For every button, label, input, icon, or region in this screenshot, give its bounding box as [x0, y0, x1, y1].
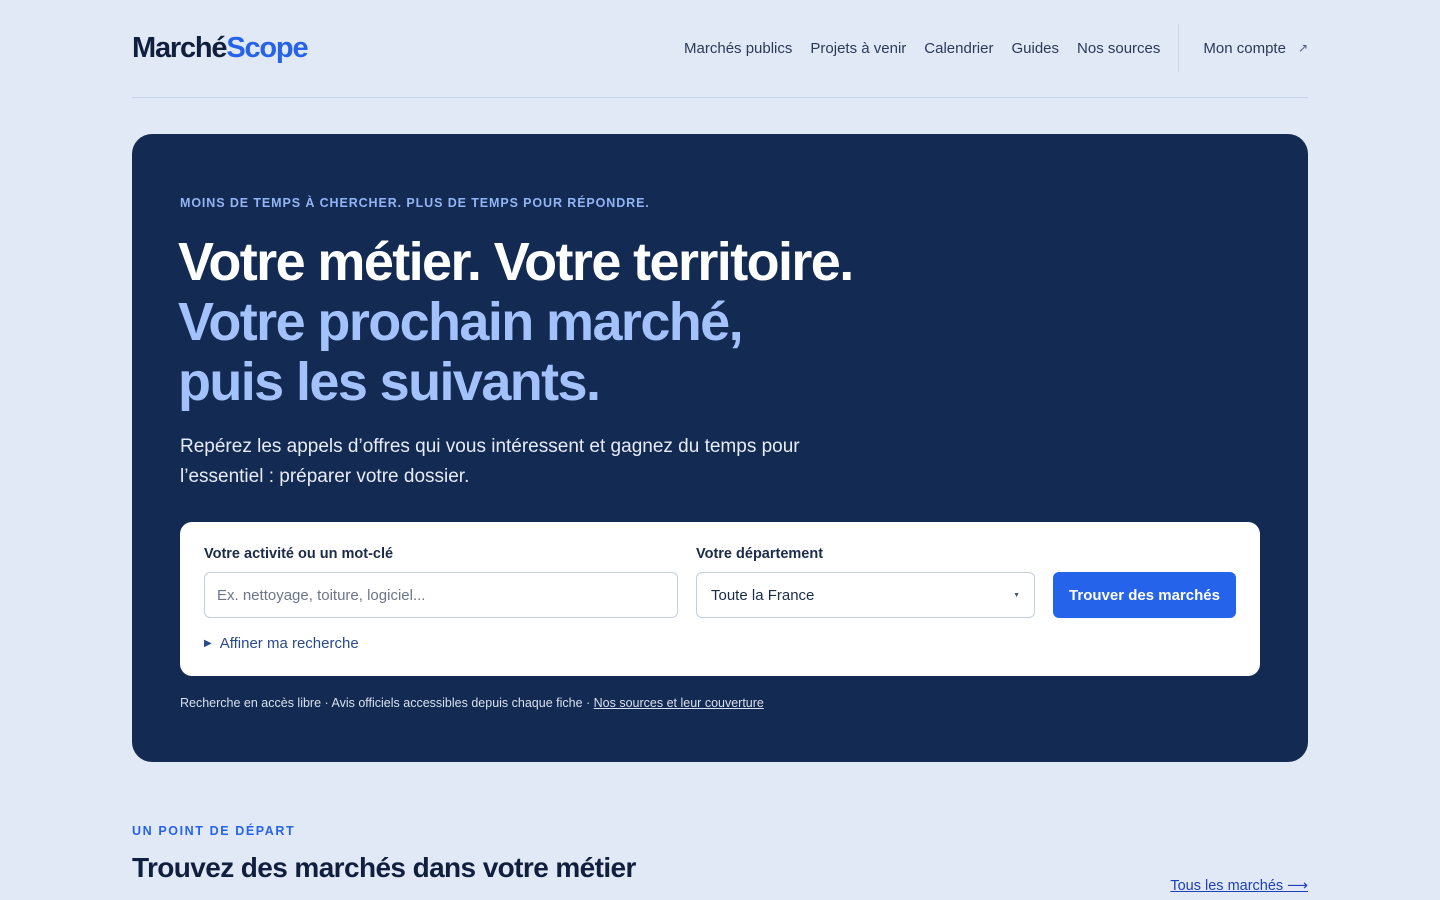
chevron-down-icon: ▼ [1013, 591, 1020, 599]
site-header: MarchéScope Marchés publics Projets à ve… [132, 0, 1308, 98]
nav-link-projets-a-venir[interactable]: Projets à venir [810, 40, 906, 57]
department-label: Votre département [696, 546, 824, 562]
all-markets-link[interactable]: Tous les marchés ⟶ [1170, 878, 1308, 894]
hero-headline-line3: puis les suivants. [178, 352, 601, 412]
search-card: Votre activité ou un mot-clé Votre dépar… [180, 522, 1260, 676]
hero-eyebrow: MOINS DE TEMPS À CHERCHER. PLUS DE TEMPS… [180, 196, 650, 210]
department-select-value: Toute la France [711, 586, 815, 604]
section-title: Trouvez des marchés dans votre métier [132, 852, 636, 883]
nav-link-guides[interactable]: Guides [1011, 40, 1059, 57]
hero-panel: MOINS DE TEMPS À CHERCHER. PLUS DE TEMPS… [132, 134, 1308, 762]
disclosure-triangle-icon: ▶ [204, 638, 212, 649]
refine-search-label: Affiner ma recherche [219, 635, 359, 652]
nav-link-marches-publics[interactable]: Marchés publics [684, 40, 792, 57]
search-submit-button[interactable]: Trouver des marchés [1053, 572, 1236, 618]
hero-footnote: Recherche en accès libre · Avis officiel… [180, 696, 764, 710]
hero-footnote-text: Recherche en accès libre · Avis officiel… [180, 696, 594, 710]
section-eyebrow: UN POINT DE DÉPART [132, 824, 296, 838]
keyword-input[interactable] [204, 572, 678, 618]
nav-link-nos-sources[interactable]: Nos sources [1077, 40, 1160, 57]
hero-headline-line1: Votre métier. Votre territoire. [178, 232, 854, 292]
brand-logo-part1: Marché [132, 32, 228, 64]
account-link[interactable]: Mon compte ↗ [1203, 40, 1308, 57]
brand-logo[interactable]: MarchéScope [132, 30, 309, 66]
main-nav: Marchés publics Projets à venir Calendri… [684, 24, 1308, 72]
external-arrow-icon: ↗ [1297, 41, 1308, 55]
sources-coverage-link[interactable]: Nos sources et leur couverture [594, 696, 764, 710]
account-label: Mon compte [1203, 39, 1286, 57]
brand-logo-part2: Scope [226, 32, 308, 64]
keyword-label: Votre activité ou un mot-clé [204, 546, 394, 562]
hero-lead: Repérez les appels d’offres qui vous int… [180, 436, 800, 487]
nav-link-calendrier[interactable]: Calendrier [924, 40, 993, 57]
hero-headline: Votre métier. Votre territoire. Votre pr… [178, 232, 854, 412]
hero-headline-line2: Votre prochain marché, [178, 292, 744, 352]
nav-divider [1178, 24, 1180, 72]
department-select[interactable]: Toute la France ▼ [696, 572, 1035, 618]
refine-search-toggle[interactable]: ▶ Affiner ma recherche [204, 635, 359, 652]
